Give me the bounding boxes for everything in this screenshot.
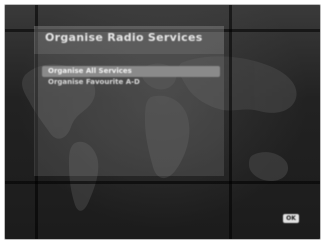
ok-button-icon[interactable]: OK [283,214,299,223]
grid-line-vertical-2 [229,5,232,239]
services-menu: Organise All Services Organise Favourite… [42,66,220,88]
page-title: Organise Radio Services [45,31,203,44]
grid-line-horizontal-2 [5,181,320,184]
menu-item-organise-favourite-a-d[interactable]: Organise Favourite A-D [42,77,220,88]
menu-item-organise-all-services[interactable]: Organise All Services [42,66,220,77]
